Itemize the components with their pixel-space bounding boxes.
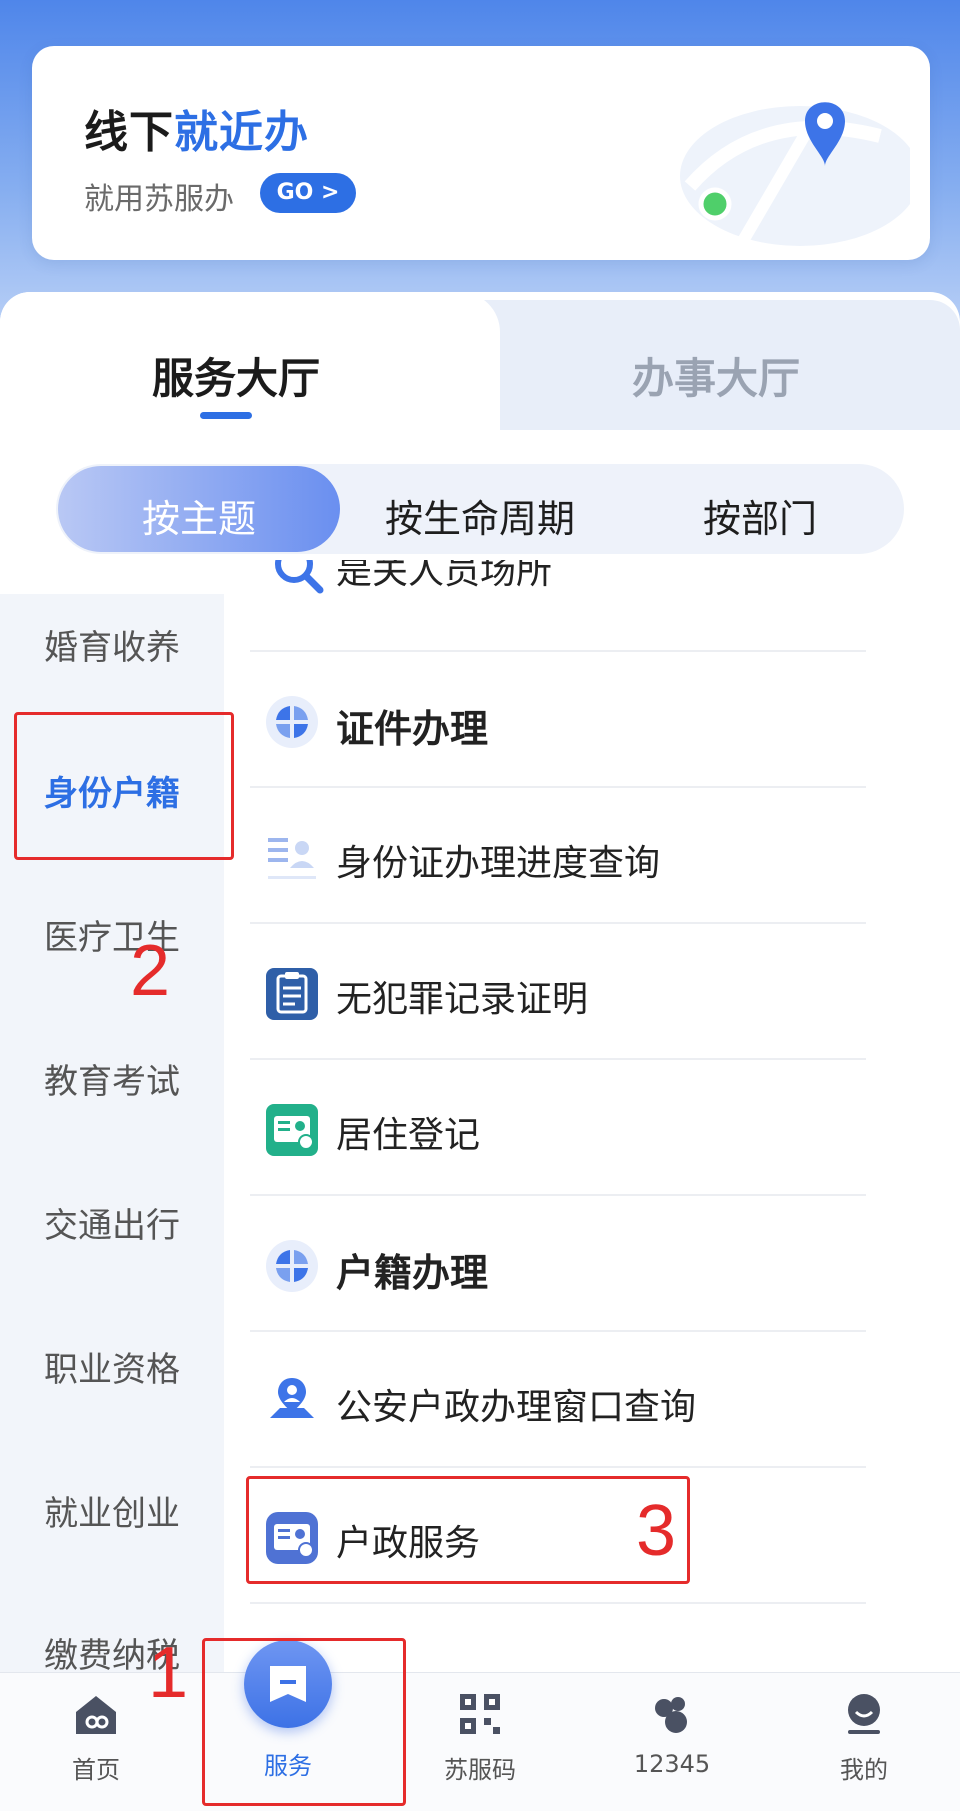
segment-by-life-cycle[interactable]: 按生命周期 bbox=[340, 488, 620, 543]
section-title: 证件办理 bbox=[336, 707, 489, 751]
residence-card-icon bbox=[266, 1104, 318, 1156]
section-title: 户籍办理 bbox=[336, 1251, 489, 1295]
segment-by-topic[interactable]: 按主题 bbox=[58, 488, 340, 543]
segment-by-department[interactable]: 按部门 bbox=[620, 488, 900, 543]
section-household: 户籍办理 bbox=[250, 1196, 866, 1332]
nav-label: 首页 bbox=[72, 1756, 120, 1784]
offline-service-banner[interactable]: 线下就近办 就用苏服办 GO > bbox=[32, 46, 930, 260]
go-button[interactable]: GO > bbox=[260, 173, 356, 213]
nav-hotline[interactable]: 12345 bbox=[592, 1690, 752, 1778]
sidebar-item-qualification[interactable]: 职业资格 bbox=[0, 1342, 224, 1391]
list-item-no-criminal-record[interactable]: 无犯罪记录证明 bbox=[250, 924, 866, 1060]
qr-code-icon bbox=[460, 1694, 500, 1734]
banner-subtitle: 就用苏服办 bbox=[84, 182, 234, 217]
list-item-label: 居住登记 bbox=[336, 1115, 481, 1156]
list-item-label: 是关人员场所 bbox=[336, 560, 553, 592]
nav-label: 我的 bbox=[840, 1756, 888, 1784]
list-item-label: 无犯罪记录证明 bbox=[336, 979, 589, 1020]
list-item-residence-registration[interactable]: 居住登记 bbox=[250, 1060, 866, 1196]
category-icon bbox=[266, 696, 318, 748]
tab-affairs-hall[interactable]: 办事大厅 bbox=[632, 345, 800, 406]
hotline-icon bbox=[655, 1697, 687, 1733]
list-item-id-progress[interactable]: 身份证办理进度查询 bbox=[250, 788, 866, 924]
sidebar-item-marriage[interactable]: 婚育收养 bbox=[0, 620, 224, 669]
section-certificate: 证件办理 bbox=[250, 652, 866, 788]
search-icon bbox=[275, 560, 324, 594]
annotation-number-1: 1 bbox=[148, 1633, 189, 1713]
banner-title: 线下就近办 bbox=[84, 107, 309, 158]
nav-label: 12345 bbox=[633, 1750, 711, 1778]
list-item-partial[interactable]: 是关人员场所 bbox=[250, 560, 866, 652]
profile-icon bbox=[848, 1694, 880, 1734]
id-card-progress-icon bbox=[268, 838, 316, 879]
sidebar-item-tax[interactable]: 缴费纳税 bbox=[0, 1628, 224, 1677]
annotation-box-household-service bbox=[246, 1476, 690, 1584]
nav-profile[interactable]: 我的 bbox=[784, 1690, 944, 1785]
tab-service-hall[interactable]: 服务大厅 bbox=[152, 345, 320, 406]
list-item-label: 公安户政办理窗口查询 bbox=[336, 1387, 697, 1428]
annotation-box-identity bbox=[14, 712, 234, 860]
nav-qr-code[interactable]: 苏服码 bbox=[400, 1690, 560, 1785]
category-icon bbox=[266, 1240, 318, 1292]
annotation-box-service-tab bbox=[202, 1638, 406, 1806]
list-item-label: 身份证办理进度查询 bbox=[336, 843, 661, 884]
sidebar-item-medical[interactable]: 医疗卫生 bbox=[0, 910, 224, 959]
list-item-window-query[interactable]: 公安户政办理窗口查询 bbox=[250, 1332, 866, 1468]
sidebar-item-education[interactable]: 教育考试 bbox=[0, 1054, 224, 1103]
annotation-number-2: 2 bbox=[130, 931, 171, 1011]
annotation-number-3: 3 bbox=[636, 1491, 677, 1571]
map-illustration-icon bbox=[680, 102, 910, 250]
nav-label: 苏服码 bbox=[444, 1756, 516, 1784]
sidebar-item-transport[interactable]: 交通出行 bbox=[0, 1198, 224, 1247]
sidebar-item-employment[interactable]: 就业创业 bbox=[0, 1486, 224, 1535]
active-tab-indicator bbox=[200, 412, 252, 419]
document-icon bbox=[266, 968, 318, 1020]
home-icon bbox=[76, 1696, 116, 1734]
location-person-icon bbox=[270, 1378, 314, 1418]
